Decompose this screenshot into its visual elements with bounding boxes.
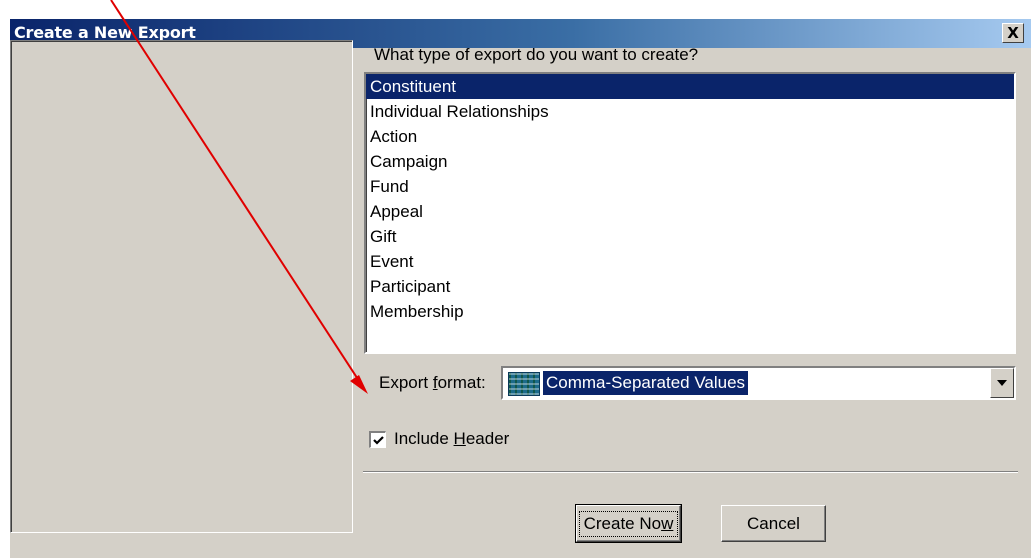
export-type-item[interactable]: Fund (366, 174, 1014, 199)
export-format-label: Export format: (379, 373, 486, 392)
include-header-label[interactable]: Include Header (394, 429, 509, 449)
export-type-item[interactable]: Participant (366, 274, 1014, 299)
checkmark-icon (372, 435, 384, 445)
csv-file-icon (508, 372, 540, 396)
export-format-value: Comma-Separated Values (543, 371, 749, 395)
export-format-combobox[interactable]: Comma-Separated Values (501, 366, 1016, 400)
export-type-item[interactable]: Appeal (366, 199, 1014, 224)
cancel-button[interactable]: Cancel (721, 505, 826, 542)
export-type-listbox[interactable]: Constituent Individual Relationships Actio… (364, 72, 1016, 354)
export-type-item[interactable]: Individual Relationships (366, 99, 1014, 124)
export-type-item[interactable]: Campaign (366, 149, 1014, 174)
create-now-button[interactable]: Create Now (575, 504, 682, 543)
left-preview-panel (10, 40, 353, 533)
export-type-item[interactable]: Event (366, 249, 1014, 274)
include-header-checkbox[interactable] (369, 431, 386, 448)
close-icon: X (1007, 23, 1019, 42)
button-separator (363, 471, 1018, 473)
chevron-down-icon (997, 380, 1007, 386)
combobox-dropdown-button[interactable] (990, 368, 1014, 398)
export-type-item[interactable]: Gift (366, 224, 1014, 249)
export-type-item[interactable]: Constituent (366, 74, 1014, 99)
close-button[interactable]: X (1002, 23, 1024, 43)
export-type-item[interactable]: Action (366, 124, 1014, 149)
export-type-prompt: What type of export do you want to creat… (374, 45, 699, 64)
export-type-item[interactable]: Membership (366, 299, 1014, 324)
